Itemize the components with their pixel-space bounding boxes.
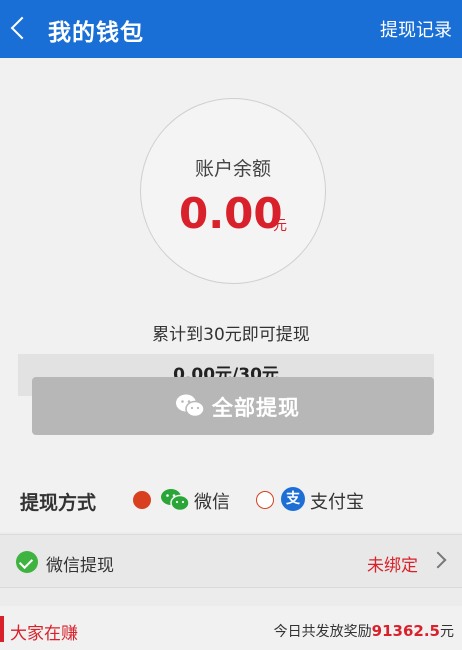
reward-amount: 91362.5 <box>371 622 440 640</box>
everyone-earning-title: 大家在赚 <box>10 624 78 644</box>
withdraw-all-button[interactable]: 全部提现 <box>32 377 434 435</box>
balance-amount: 0.00 <box>179 189 283 238</box>
wechat-check-icon <box>16 551 38 573</box>
wechat-icon <box>161 489 190 512</box>
wechat-withdraw-row[interactable]: 微信提现 未绑定 <box>0 534 462 588</box>
chevron-right-icon <box>429 551 447 569</box>
methods-label: 提现方式 <box>20 492 97 514</box>
balance-label: 账户余额 <box>194 158 271 180</box>
wechat-icon <box>176 394 205 418</box>
alipay-radio[interactable] <box>256 491 274 509</box>
section-accent-bar <box>0 616 4 642</box>
withdraw-methods: 提现方式 微信 支 支付宝 <box>0 468 462 532</box>
wechat-option-label[interactable]: 微信 <box>194 488 230 514</box>
binding-status: 未绑定 <box>367 556 418 576</box>
wechat-withdraw-label: 微信提现 <box>46 556 114 576</box>
balance-card: 账户余额 0.00 元 累计到30元即可提现 0.00元/30元 全部提现 <box>0 58 462 468</box>
page-title: 我的钱包 <box>48 20 144 46</box>
reward-prefix: 今日共发放奖励 <box>273 624 372 640</box>
wechat-radio-selected[interactable] <box>133 491 151 509</box>
reward-unit: 元 <box>440 624 454 640</box>
withdraw-all-label: 全部提现 <box>212 396 300 420</box>
alipay-icon: 支 <box>281 487 305 511</box>
earnings-footer: 大家在赚 今日共发放奖励91362.5元 <box>0 606 462 650</box>
back-icon[interactable] <box>6 14 32 42</box>
daily-reward-text: 今日共发放奖励91362.5元 <box>274 621 454 641</box>
balance-unit: 元 <box>273 218 287 234</box>
alipay-option-label[interactable]: 支付宝 <box>310 488 364 514</box>
withdraw-history-link[interactable]: 提现记录 <box>380 16 452 42</box>
withdraw-threshold-hint: 累计到30元即可提现 <box>152 325 310 345</box>
balance-circle: 账户余额 0.00 元 <box>140 98 326 284</box>
app-header: 我的钱包 提现记录 <box>0 0 462 58</box>
